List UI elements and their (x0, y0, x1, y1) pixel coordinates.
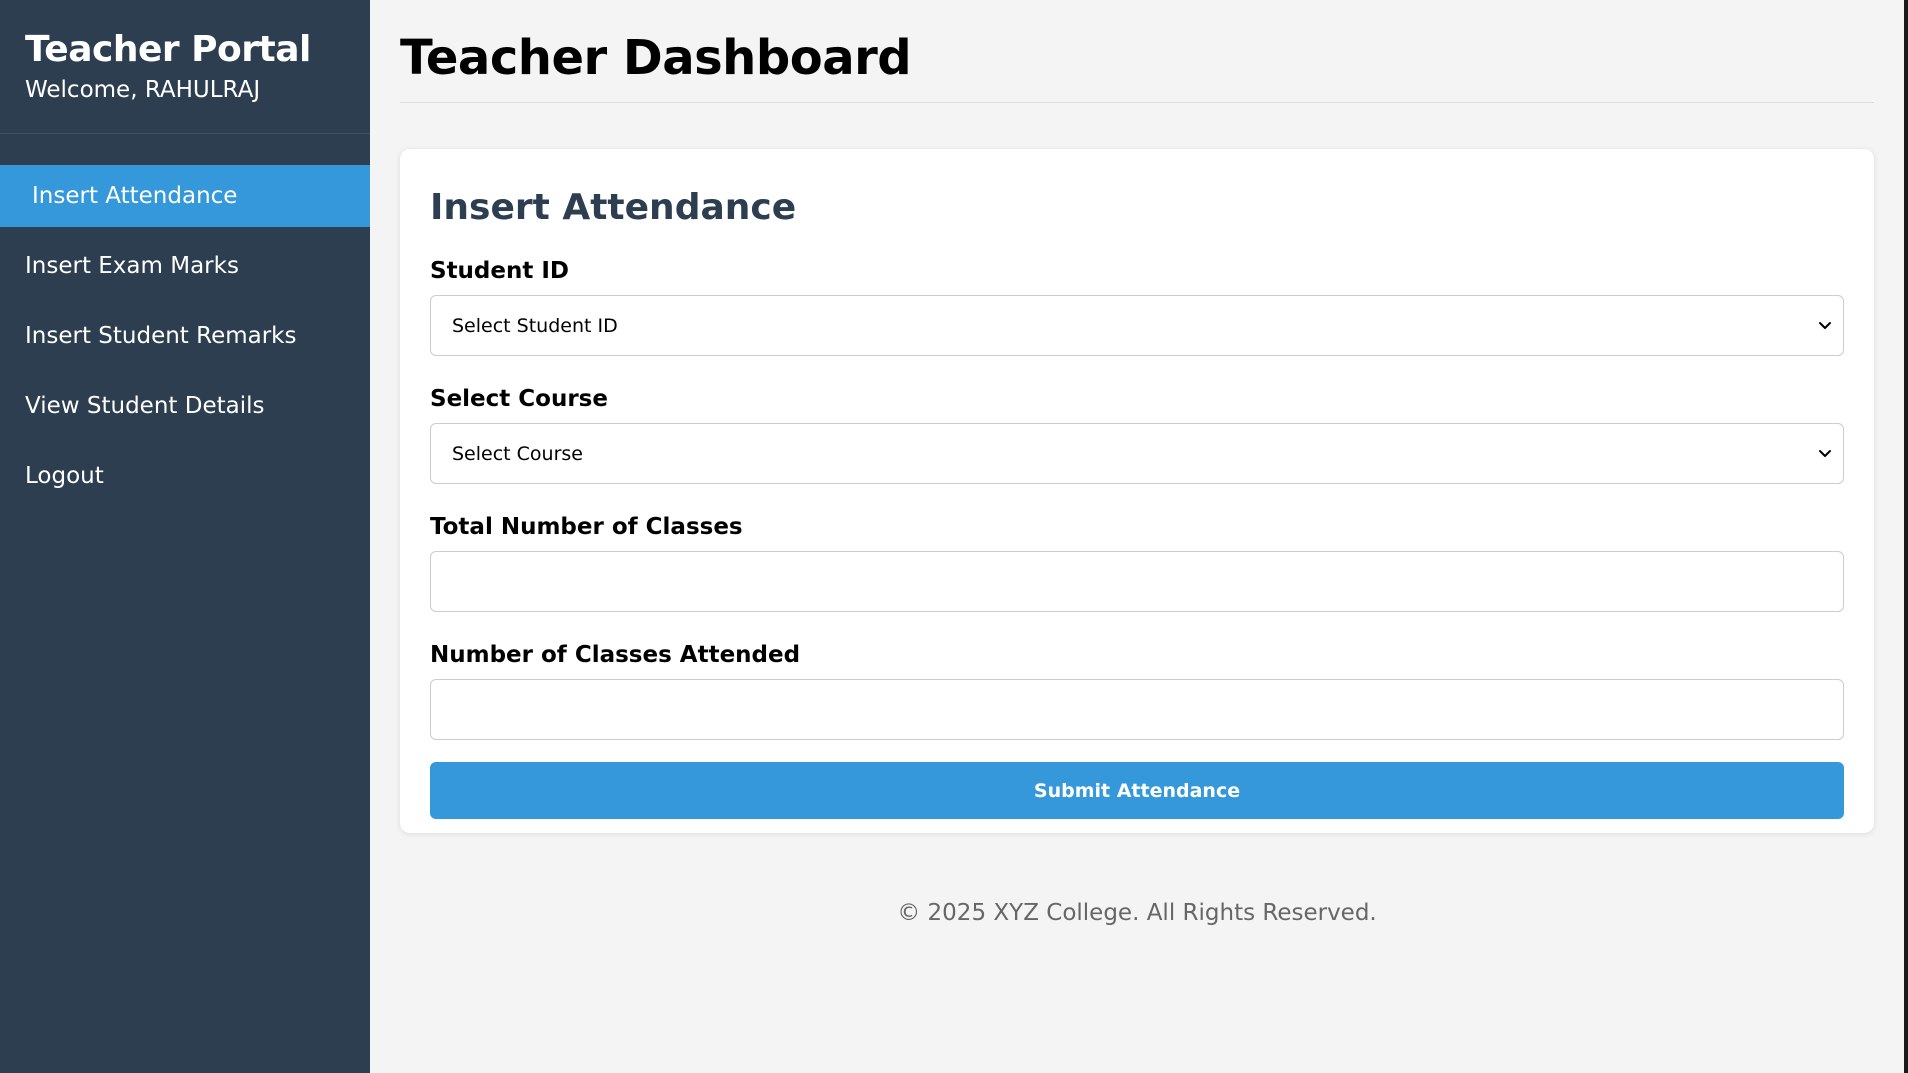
total-classes-input[interactable] (430, 551, 1844, 612)
main-inner: Teacher Dashboard Insert Attendance Stud… (400, 0, 1874, 926)
sidebar-item-insert-exam-marks[interactable]: Insert Exam Marks (0, 235, 370, 297)
sidebar-item-logout[interactable]: Logout (0, 445, 370, 507)
course-selected-value: Select Course (452, 443, 583, 465)
attended-classes-input[interactable] (430, 679, 1844, 740)
sidebar-header: Teacher Portal Welcome, RAHULRAJ (0, 0, 370, 134)
student-id-selected-value: Select Student ID (452, 315, 618, 337)
form-title: Insert Attendance (430, 187, 797, 228)
total-classes-label: Total Number of Classes (430, 514, 743, 540)
sidebar: Teacher Portal Welcome, RAHULRAJ Insert … (0, 0, 370, 1073)
chevron-down-icon (1819, 450, 1831, 457)
page-title: Teacher Dashboard (400, 0, 1874, 103)
sidebar-item-insert-student-remarks[interactable]: Insert Student Remarks (0, 305, 370, 367)
window-edge (1904, 0, 1908, 1073)
welcome-text: Welcome, RAHULRAJ (25, 77, 261, 103)
submit-attendance-button[interactable]: Submit Attendance (430, 762, 1844, 819)
attendance-form-card: Insert Attendance Student ID Select Stud… (400, 149, 1874, 833)
main-content: Teacher Dashboard Insert Attendance Stud… (370, 0, 1908, 1073)
student-id-select[interactable]: Select Student ID (430, 295, 1844, 356)
sidebar-nav: Insert Attendance Insert Exam Marks Inse… (0, 165, 370, 507)
app-window: Teacher Portal Welcome, RAHULRAJ Insert … (0, 0, 1908, 1073)
sidebar-item-view-student-details[interactable]: View Student Details (0, 375, 370, 437)
chevron-down-icon (1819, 322, 1831, 329)
course-select[interactable]: Select Course (430, 423, 1844, 484)
student-id-label: Student ID (430, 258, 570, 284)
sidebar-item-insert-attendance[interactable]: Insert Attendance (0, 165, 370, 227)
portal-brand: Teacher Portal (25, 29, 311, 70)
attended-classes-label: Number of Classes Attended (430, 642, 801, 668)
footer-copyright: © 2025 XYZ College. All Rights Reserved. (897, 900, 1377, 926)
course-label: Select Course (430, 386, 608, 412)
